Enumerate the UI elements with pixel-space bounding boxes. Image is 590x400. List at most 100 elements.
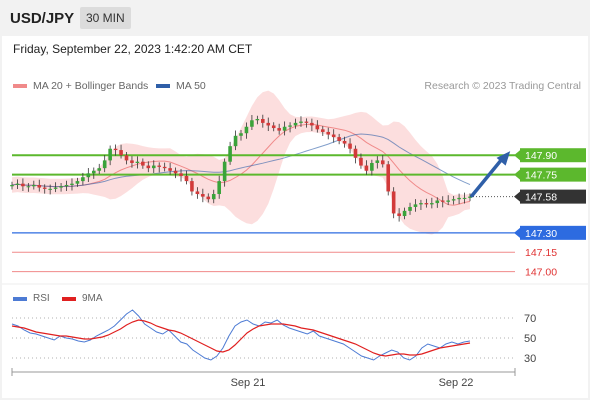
candle-body	[70, 183, 74, 185]
candle-body	[59, 186, 63, 188]
candle-body	[451, 199, 456, 201]
candle-body	[359, 157, 363, 166]
candle-body	[42, 187, 47, 189]
candle-body	[408, 206, 412, 211]
candle-body	[141, 161, 145, 166]
candle-body	[462, 197, 467, 199]
level-label-text: 147.58	[525, 192, 557, 204]
candle-body	[315, 125, 320, 130]
candle-body	[26, 186, 31, 188]
candle-body	[299, 121, 303, 123]
legend-swatch	[62, 296, 76, 301]
candle-body	[81, 177, 85, 182]
candle-body	[370, 162, 374, 171]
rsi-legend-9ma: 9MA	[62, 293, 103, 304]
rsi-tick-label: 70	[524, 313, 536, 325]
candle-body	[130, 160, 134, 163]
candle-body	[250, 120, 254, 127]
level-label-text: 147.00	[525, 267, 557, 279]
candle-body	[446, 200, 450, 202]
candle-body	[353, 148, 358, 158]
candle-body	[424, 203, 429, 205]
candle-body	[146, 165, 151, 169]
candle-body	[37, 184, 42, 188]
candle-body	[380, 160, 385, 165]
candle-body	[288, 125, 292, 127]
candle-body	[217, 181, 221, 195]
candle-body	[440, 200, 445, 202]
candle-body	[10, 184, 14, 187]
candle-body	[228, 146, 232, 162]
candle-body	[337, 137, 341, 141]
candle-body	[386, 164, 391, 192]
candle-body	[168, 168, 172, 171]
candle-body	[310, 122, 314, 126]
candle-body	[261, 118, 265, 123]
candle-body	[102, 160, 107, 169]
candle-body	[179, 173, 183, 176]
legend-label: RSI	[33, 293, 50, 304]
candle-body	[201, 194, 205, 197]
candle-body	[135, 161, 140, 163]
candle-body	[342, 140, 347, 144]
bollinger-band-area	[12, 90, 470, 235]
candle-body	[91, 170, 96, 174]
candle-body	[348, 143, 352, 149]
candle-body	[419, 203, 423, 205]
candle-body	[320, 129, 325, 132]
candle-body	[97, 168, 102, 171]
candle-body	[233, 135, 238, 147]
candle-body	[53, 187, 58, 189]
level-label-text: 147.30	[525, 228, 557, 240]
level-label-pointer	[514, 150, 520, 161]
candle-body	[435, 200, 440, 204]
candle-body	[151, 165, 156, 169]
candle-body	[162, 166, 167, 169]
candle-body	[326, 131, 331, 135]
rsi-legend-rsi: RSI	[13, 293, 50, 304]
candle-body	[32, 184, 36, 187]
candle-body	[331, 134, 336, 138]
candle-body	[282, 126, 287, 131]
candle-body	[277, 128, 281, 131]
candle-body	[64, 184, 69, 187]
candle-body	[293, 122, 298, 126]
candle-body	[413, 204, 418, 207]
candle-body	[375, 160, 380, 163]
candle-body	[402, 210, 407, 217]
rsi-tick-label: 50	[524, 333, 536, 345]
candle-body	[430, 203, 434, 205]
candle-body	[364, 165, 369, 171]
rsi-series-rsi	[11, 309, 471, 361]
candle-body	[239, 133, 243, 136]
x-tick-label: Sep 22	[439, 377, 474, 389]
rsi-series-9ma	[11, 319, 471, 357]
x-tick-label: Sep 21	[231, 377, 266, 389]
candle-body	[75, 181, 80, 184]
level-label-pointer	[514, 227, 520, 238]
candle-body	[190, 181, 194, 192]
candle-body	[21, 183, 25, 187]
level-label-text: 147.15	[525, 247, 557, 259]
candle-body	[255, 118, 260, 121]
forecast-arrow-shaft	[470, 158, 503, 198]
candle-body	[157, 165, 162, 167]
candle-body	[124, 155, 129, 161]
level-label-pointer	[514, 191, 520, 202]
candle-body	[457, 197, 461, 200]
legend-label: 9MA	[82, 293, 103, 304]
level-label-pointer	[514, 169, 520, 180]
candle-body	[222, 161, 227, 182]
candle-body	[266, 122, 271, 126]
price-chart: 147.90 147.75 147.58 147.30 147.15 147.00 70 50…	[2, 90, 588, 389]
candle-body	[244, 126, 249, 134]
candle-body	[304, 121, 309, 123]
candle-body	[108, 148, 112, 161]
candle-body	[15, 183, 20, 185]
candle-body	[173, 170, 178, 174]
candle-body	[119, 150, 123, 156]
legend-swatch	[13, 296, 27, 301]
candle-body	[113, 148, 118, 151]
candle-body	[48, 188, 52, 190]
candle-body	[206, 196, 211, 200]
